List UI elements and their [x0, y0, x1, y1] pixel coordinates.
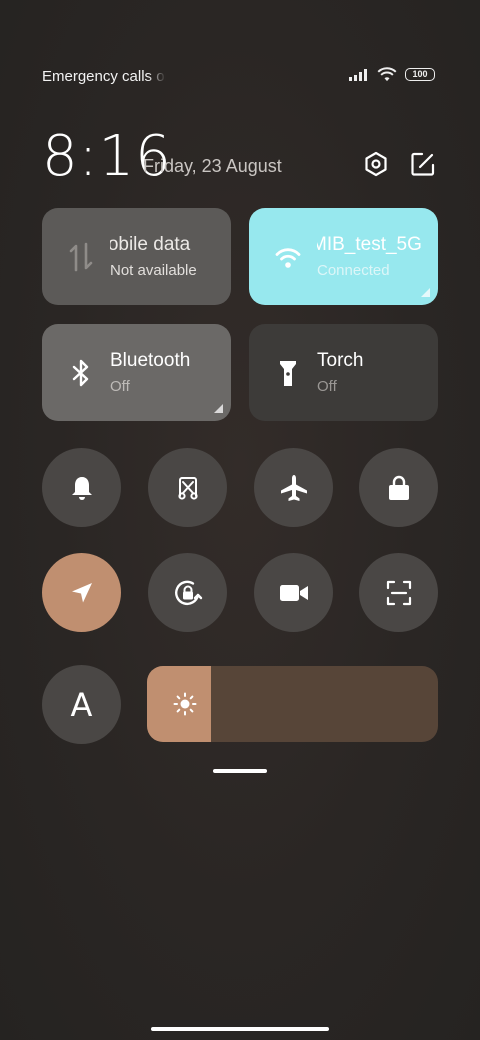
wifi-icon [271, 240, 305, 274]
bluetooth-status: Off [110, 378, 130, 395]
battery-indicator: 100 [405, 68, 435, 81]
scanner-button[interactable] [359, 553, 438, 632]
screenshot-icon [177, 476, 198, 500]
airplane-mode-button[interactable] [254, 448, 333, 527]
screenshot-button[interactable] [148, 448, 227, 527]
panel-drag-handle[interactable] [213, 769, 267, 773]
font-size-label: A [70, 685, 93, 724]
airplane-icon [280, 474, 307, 501]
bluetooth-tile[interactable]: Bluetooth Off [42, 324, 231, 421]
status-icons: 100 [349, 67, 435, 82]
bluetooth-icon [64, 356, 98, 390]
bluetooth-expand-indicator [214, 404, 223, 413]
mobile-data-text: Mobile data Not available [110, 208, 231, 305]
font-size-button[interactable]: A [42, 665, 121, 744]
rotation-lock-icon [174, 580, 202, 605]
mobile-data-tile[interactable]: Mobile data Not available [42, 208, 231, 305]
date: Friday, 23 August [143, 156, 282, 176]
location-button[interactable] [42, 553, 121, 632]
wifi-status-icon [377, 67, 397, 82]
ring-mode-button[interactable] [42, 448, 121, 527]
torch-title: Torch [317, 350, 364, 371]
mobile-data-icon [64, 240, 98, 274]
brightness-slider[interactable] [147, 666, 438, 742]
settings-hexagon-icon[interactable] [362, 150, 390, 178]
torch-tile[interactable]: Torch Off [249, 324, 438, 421]
torch-status: Off [317, 378, 337, 395]
brightness-sun-icon [173, 692, 197, 716]
control-center: Emergency calls only 100 8:16 Friday, 23… [0, 0, 480, 1040]
bluetooth-title: Bluetooth [110, 350, 191, 371]
mobile-data-title: Mobile data [110, 234, 191, 255]
home-indicator[interactable] [151, 1027, 329, 1031]
edit-icon[interactable] [409, 150, 437, 178]
mobile-data-subtitle: Not available [110, 262, 197, 279]
wifi-tile[interactable]: MIB_test_5G Connected [249, 208, 438, 305]
scan-icon [386, 580, 411, 605]
location-icon [71, 582, 92, 602]
wifi-expand-indicator [421, 288, 430, 297]
status-bar: Emergency calls only 100 [42, 64, 435, 88]
lock-screen-button[interactable] [359, 448, 438, 527]
wifi-status: Connected [317, 262, 390, 279]
wifi-text: MIB_test_5G Connected [317, 208, 426, 305]
video-camera-icon [279, 584, 308, 601]
carrier-status-text: Emergency calls only [42, 68, 166, 85]
signal-icon [349, 68, 367, 81]
lock-icon [388, 475, 409, 500]
wifi-ssid: MIB_test_5G [317, 234, 422, 255]
screen-recorder-button[interactable] [254, 553, 333, 632]
bell-icon [71, 476, 92, 500]
rotation-lock-button[interactable] [148, 553, 227, 632]
torch-icon [271, 356, 305, 390]
